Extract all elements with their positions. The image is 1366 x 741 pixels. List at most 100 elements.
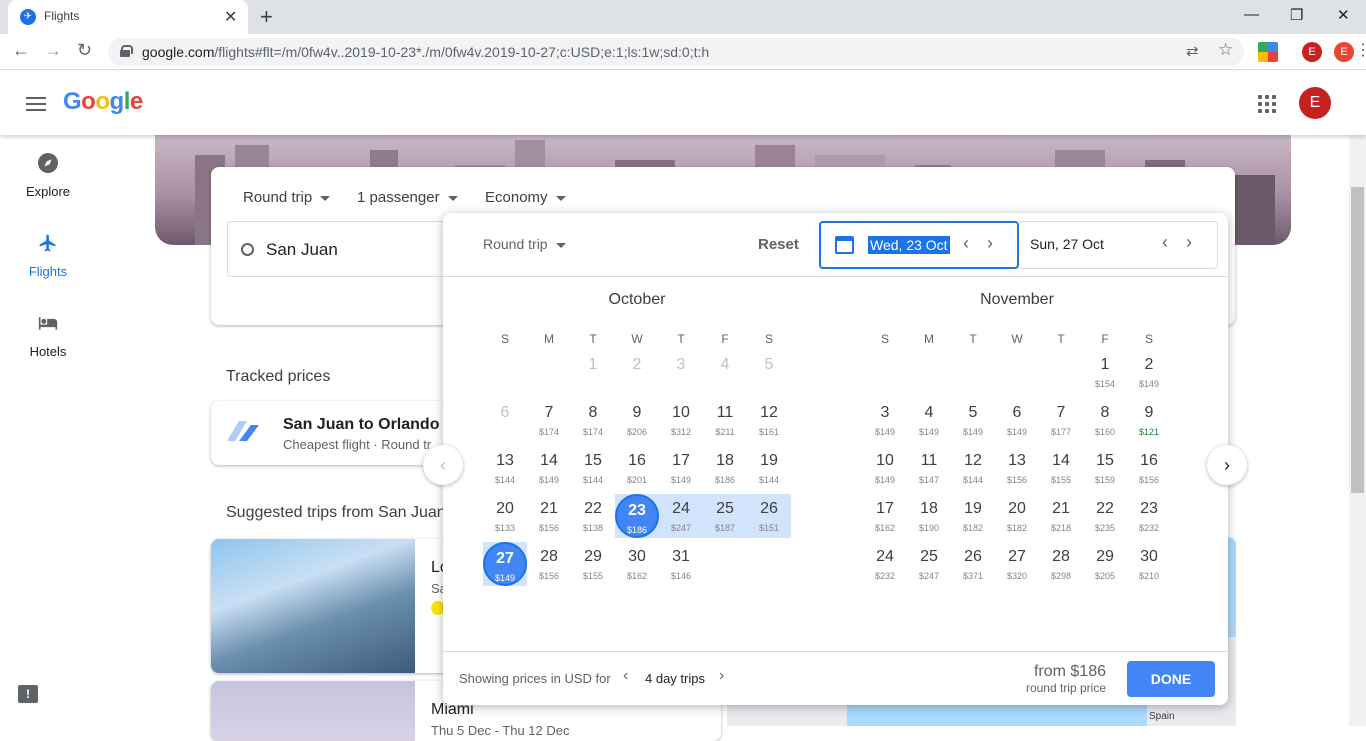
calendar-day[interactable]: 6 $149 — [995, 402, 1039, 450]
calendar-day[interactable]: 7 $177 — [1039, 402, 1083, 450]
calendar-day[interactable]: 27 $320 — [995, 546, 1039, 594]
next-month-button[interactable]: › — [1207, 445, 1247, 485]
scroll-thumb[interactable] — [1351, 187, 1364, 493]
trip-length-prev-icon[interactable]: ‹ — [623, 667, 628, 685]
picker-trip-type-dropdown[interactable]: Round trip — [483, 236, 566, 252]
calendar-day[interactable]: 20 $182 — [995, 498, 1039, 546]
apps-grid-icon[interactable] — [1258, 95, 1276, 113]
browser-menu-icon[interactable]: ⋮ — [1355, 40, 1366, 60]
calendar-day[interactable]: 8 $160 — [1083, 402, 1127, 450]
calendar-day[interactable]: 11 $211 — [703, 402, 747, 450]
calendar-day[interactable]: 14 $149 — [527, 450, 571, 498]
window-close-button[interactable]: ✕ — [1337, 6, 1350, 24]
calendar-day[interactable]: 20 $133 — [483, 498, 527, 546]
calendar-day[interactable]: 9 $206 — [615, 402, 659, 450]
departure-date-field[interactable]: Wed, 23 Oct ‹ › — [819, 221, 1019, 269]
calendar-day[interactable]: 15 $144 — [571, 450, 615, 498]
new-tab-button[interactable]: + — [260, 4, 273, 30]
return-next-chevron-icon[interactable]: › — [1186, 232, 1192, 253]
calendar-day[interactable]: 21 $218 — [1039, 498, 1083, 546]
calendar-day[interactable]: 26 $371 — [951, 546, 995, 594]
calendar-day[interactable]: 17 $162 — [863, 498, 907, 546]
calendar-day[interactable]: 29 $205 — [1083, 546, 1127, 594]
prev-month-button[interactable]: ‹ — [423, 445, 463, 485]
maximize-button[interactable]: ❐ — [1290, 6, 1303, 24]
page-scrollbar[interactable] — [1349, 135, 1366, 726]
calendar-day[interactable]: 30 $210 — [1127, 546, 1171, 594]
departure-prev-chevron-icon[interactable]: ‹ — [963, 233, 969, 254]
calendar-day[interactable]: 13 $144 — [483, 450, 527, 498]
reset-button[interactable]: Reset — [758, 236, 799, 253]
done-button[interactable]: DONE — [1127, 661, 1215, 697]
calendar-day[interactable]: 21 $156 — [527, 498, 571, 546]
trip-length-next-icon[interactable]: › — [719, 667, 724, 685]
rail-explore[interactable]: Explore — [0, 153, 96, 199]
calendar-day[interactable]: 23 $232 — [1127, 498, 1171, 546]
extension-icon[interactable] — [1258, 42, 1278, 62]
calendar-day[interactable]: 19 $182 — [951, 498, 995, 546]
calendar-day[interactable]: 10 $149 — [863, 450, 907, 498]
bookmark-star-icon[interactable]: ☆ — [1218, 40, 1233, 60]
forward-button[interactable]: → — [44, 40, 62, 61]
calendar-day[interactable]: 11 $147 — [907, 450, 951, 498]
url-text[interactable]: google.com/flights#flt=/m/0fw4v..2019-10… — [142, 44, 709, 60]
calendar-day[interactable]: 12 $144 — [951, 450, 995, 498]
calendar-day[interactable]: 1 $154 — [1083, 354, 1127, 402]
google-logo[interactable]: Google — [63, 88, 143, 116]
feedback-icon[interactable]: ! — [18, 685, 38, 703]
calendar-day[interactable]: 27 $149 — [483, 546, 527, 594]
calendar-day[interactable]: 9 $121 — [1127, 402, 1171, 450]
calendar-day[interactable]: 31 $146 — [659, 546, 703, 594]
account-avatar[interactable]: E — [1299, 87, 1331, 119]
rail-hotels[interactable]: Hotels — [0, 313, 96, 359]
departure-next-chevron-icon[interactable]: › — [987, 233, 993, 254]
calendar-day[interactable]: 8 $174 — [571, 402, 615, 450]
calendar-day[interactable]: 18 $186 — [703, 450, 747, 498]
calendar-day[interactable]: 19 $144 — [747, 450, 791, 498]
calendar-day[interactable]: 26 $151 — [747, 498, 791, 546]
calendar-day[interactable]: 28 $298 — [1039, 546, 1083, 594]
calendar-day[interactable]: 22 $235 — [1083, 498, 1127, 546]
tab-close-icon[interactable]: ✕ — [224, 7, 237, 27]
return-date-field[interactable]: Sun, 27 Oct ‹ › — [1018, 221, 1218, 269]
minimize-button[interactable]: — — [1244, 6, 1259, 23]
origin-input[interactable]: San Juan — [227, 221, 477, 277]
calendar-day[interactable]: 16 $156 — [1127, 450, 1171, 498]
calendar-day[interactable]: 24 $232 — [863, 546, 907, 594]
calendar-day[interactable]: 28 $156 — [527, 546, 571, 594]
reload-button[interactable]: ↻ — [77, 40, 92, 61]
return-prev-chevron-icon[interactable]: ‹ — [1162, 232, 1168, 253]
calendar-day[interactable]: 3 $149 — [863, 402, 907, 450]
rail-flights[interactable]: Flights — [0, 233, 96, 279]
trip-type-dropdown[interactable]: Round trip — [243, 189, 331, 206]
calendar-day[interactable]: 25 $247 — [907, 546, 951, 594]
calendar-day[interactable]: 29 $155 — [571, 546, 615, 594]
translate-icon[interactable]: ⇄ — [1186, 42, 1199, 60]
main-menu-icon[interactable] — [26, 97, 46, 111]
back-button[interactable]: ← — [12, 40, 30, 61]
calendar-day[interactable]: 13 $156 — [995, 450, 1039, 498]
calendar-day[interactable]: 30 $162 — [615, 546, 659, 594]
calendar-day[interactable]: 17 $149 — [659, 450, 703, 498]
calendar-day[interactable]: 10 $312 — [659, 402, 703, 450]
calendar-day[interactable]: 15 $159 — [1083, 450, 1127, 498]
calendar-day[interactable]: 5 $149 — [951, 402, 995, 450]
address-bar[interactable]: google.com/flights#flt=/m/0fw4v..2019-10… — [108, 38, 1244, 66]
calendar-day[interactable]: 4 $149 — [907, 402, 951, 450]
calendar-day[interactable]: 14 $155 — [1039, 450, 1083, 498]
cabin-dropdown[interactable]: Economy — [485, 189, 566, 206]
calendar-day[interactable]: 2 $149 — [1127, 354, 1171, 402]
day-number: 5 — [764, 356, 774, 373]
calendar-day[interactable]: 16 $201 — [615, 450, 659, 498]
calendar-day[interactable]: 22 $138 — [571, 498, 615, 546]
calendar-day[interactable]: 25 $187 — [703, 498, 747, 546]
calendar-day[interactable]: 18 $190 — [907, 498, 951, 546]
calendar-day[interactable]: 12 $161 — [747, 402, 791, 450]
calendar-day[interactable]: 23 $186 — [615, 498, 659, 546]
profile-avatar[interactable]: E — [1302, 42, 1322, 62]
calendar-day[interactable]: 24 $247 — [659, 498, 703, 546]
calendar-day[interactable]: 7 $174 — [527, 402, 571, 450]
extension-e-icon[interactable]: E — [1334, 42, 1354, 62]
passengers-dropdown[interactable]: 1 passenger — [357, 189, 458, 206]
browser-tab[interactable]: ✈ Flights ✕ — [8, 0, 248, 34]
